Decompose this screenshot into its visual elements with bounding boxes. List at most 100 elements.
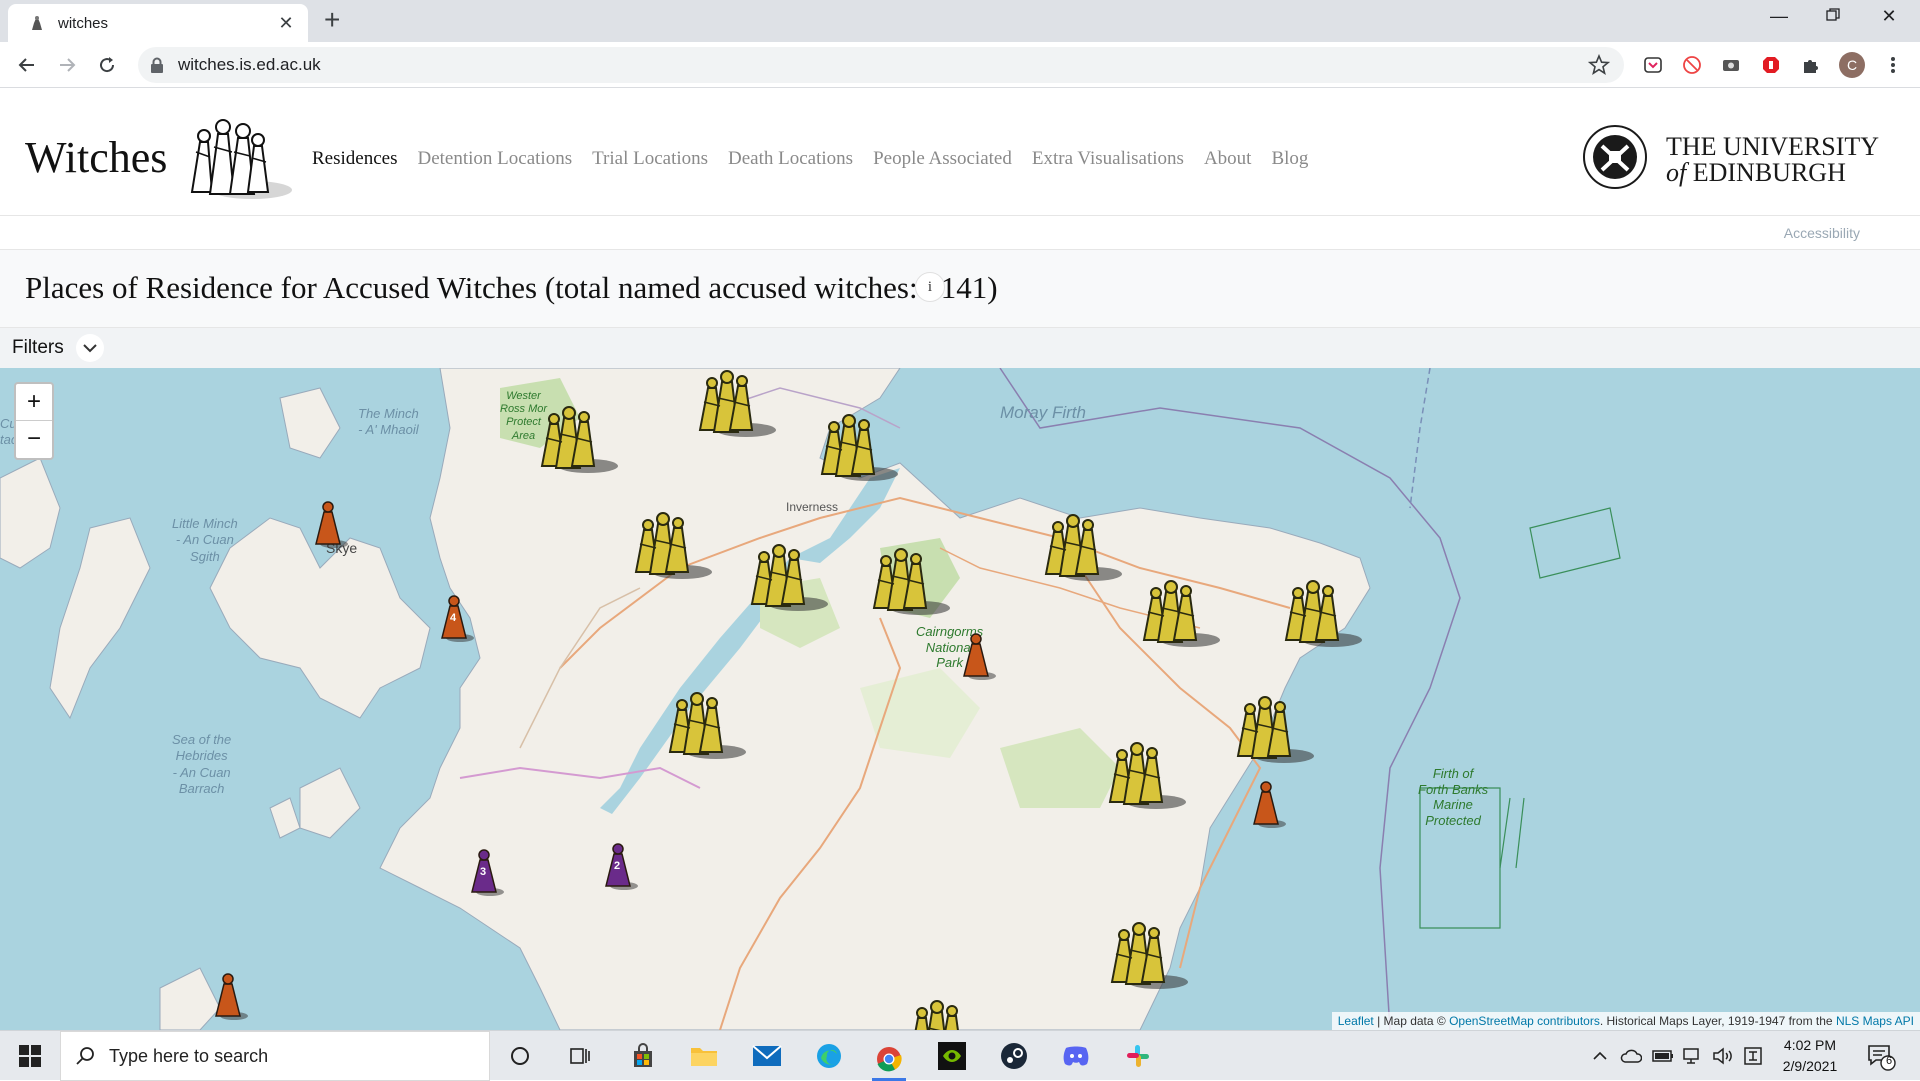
blocker-extension-icon[interactable] — [1681, 54, 1703, 76]
pocket-extension-icon[interactable] — [1642, 54, 1664, 76]
marker-count-label: 3 — [480, 866, 487, 878]
notification-count-badge: 6 — [1885, 1055, 1893, 1067]
witch-single-marker[interactable] — [1248, 778, 1288, 835]
reload-icon[interactable] — [94, 52, 120, 78]
nav-trial-locations[interactable]: Trial Locations — [592, 148, 708, 170]
store-icon[interactable] — [626, 1039, 660, 1073]
windows-taskbar: Type here to search 4:02 PM 2/9/2021 6 — [0, 1030, 1920, 1081]
witch-cluster-marker[interactable] — [1138, 578, 1222, 655]
witch-cluster-marker[interactable] — [1104, 740, 1188, 817]
adblock-extension-icon[interactable] — [1760, 54, 1782, 76]
media-extension-icon[interactable] — [1720, 54, 1742, 76]
water-label-the-minch: The Minch - A' Mhaoil — [358, 406, 419, 438]
witch-cluster-marker[interactable] — [664, 690, 748, 767]
marker-count-label: 4 — [450, 612, 457, 624]
attribution-text: | Map data © — [1373, 1014, 1450, 1028]
map-view[interactable]: Moray Firth The Minch - A' Mhaoil Little… — [0, 368, 1920, 1030]
task-view-icon[interactable] — [563, 1039, 597, 1073]
witch-favicon-icon — [32, 16, 42, 30]
notifications-icon[interactable]: 6 — [1866, 1041, 1896, 1071]
witch-cluster-marker[interactable] — [694, 368, 778, 445]
cortana-icon[interactable] — [503, 1039, 537, 1073]
witch-cluster-marker[interactable] — [816, 412, 900, 489]
system-clock[interactable]: 4:02 PM 2/9/2021 — [1770, 1035, 1850, 1077]
university-seal-icon — [1583, 125, 1647, 189]
witch-count-marker[interactable]: 3 — [466, 846, 506, 903]
witch-count-marker[interactable]: 4 — [436, 592, 476, 649]
slack-icon[interactable] — [1121, 1039, 1155, 1073]
tab-close-icon[interactable]: ✕ — [276, 13, 296, 34]
restore-icon[interactable] — [1810, 6, 1856, 27]
steam-icon[interactable] — [997, 1039, 1031, 1073]
bookmark-star-icon[interactable] — [1588, 54, 1610, 76]
filters-label[interactable]: Filters — [12, 337, 64, 359]
nvidia-icon[interactable] — [935, 1039, 969, 1073]
new-tab-button[interactable]: + — [324, 6, 340, 34]
onedrive-cloud-icon[interactable] — [1618, 1039, 1644, 1073]
info-button[interactable]: i — [915, 272, 945, 302]
filters-bar[interactable]: Filters — [0, 328, 1920, 368]
minimize-icon[interactable]: — — [1756, 6, 1802, 27]
zoom-control: + − — [14, 382, 54, 460]
witch-single-marker[interactable] — [958, 630, 998, 687]
witch-cluster-marker[interactable] — [868, 546, 952, 623]
tab-title: witches — [58, 14, 109, 32]
browser-menu-icon[interactable] — [1882, 54, 1904, 76]
nav-about[interactable]: About — [1204, 148, 1252, 170]
witch-cluster-marker[interactable] — [904, 998, 988, 1030]
site-name[interactable]: Witches — [25, 132, 167, 183]
nav-people-associated[interactable]: People Associated — [873, 148, 1012, 170]
edge-browser-icon[interactable] — [812, 1039, 846, 1073]
search-icon — [76, 1047, 94, 1065]
osm-link[interactable]: OpenStreetMap contributors — [1449, 1014, 1600, 1028]
witches-group-logo — [190, 119, 292, 199]
water-label-moray-firth: Moray Firth — [1000, 403, 1086, 422]
nav-residences[interactable]: Residences — [312, 148, 397, 170]
accessibility-link[interactable]: Accessibility — [1784, 225, 1860, 241]
browser-toolbar: witches.is.ed.ac.uk C — [0, 42, 1920, 88]
file-explorer-icon[interactable] — [687, 1039, 721, 1073]
nav-extra-visualisations[interactable]: Extra Visualisations — [1032, 148, 1184, 170]
nav-blog[interactable]: Blog — [1271, 148, 1308, 170]
witch-cluster-marker[interactable] — [536, 404, 620, 481]
nav-detention-locations[interactable]: Detention Locations — [417, 148, 572, 170]
water-label-sea-of-hebrides: Sea of the Hebrides - An Cuan Barrach — [172, 732, 232, 796]
witch-cluster-marker[interactable] — [1280, 578, 1364, 655]
accessibility-bar: Accessibility — [0, 216, 1920, 250]
tray-chevron-up-icon[interactable] — [1588, 1039, 1612, 1073]
browser-tab[interactable]: witches ✕ — [8, 4, 308, 42]
address-bar[interactable]: witches.is.ed.ac.uk — [138, 47, 1624, 83]
witch-cluster-marker[interactable] — [746, 542, 830, 619]
zoom-out-button[interactable]: − — [16, 421, 52, 458]
close-window-icon[interactable]: ✕ — [1866, 6, 1912, 27]
water-label-little-minch: Little Minch - An Cuan Sgith — [172, 516, 238, 564]
nls-link[interactable]: NLS Maps API — [1836, 1014, 1914, 1028]
zoom-in-button[interactable]: + — [16, 384, 52, 421]
leaflet-link[interactable]: Leaflet — [1338, 1014, 1374, 1028]
witch-cluster-marker[interactable] — [630, 510, 714, 587]
mail-icon[interactable] — [750, 1039, 784, 1073]
battery-icon[interactable] — [1650, 1039, 1676, 1073]
witch-cluster-marker[interactable] — [1106, 920, 1190, 997]
university-of-edinburgh-logo[interactable]: THE UNIVERSITY of EDINBURGH — [1582, 124, 1879, 192]
witch-single-marker[interactable] — [310, 498, 350, 555]
volume-icon[interactable] — [1710, 1039, 1736, 1073]
nav-death-locations[interactable]: Death Locations — [728, 148, 853, 170]
input-method-icon[interactable] — [1740, 1039, 1766, 1073]
back-icon[interactable] — [14, 52, 40, 78]
witch-single-marker[interactable] — [210, 970, 250, 1027]
witch-count-marker[interactable]: 2 — [600, 840, 640, 897]
forward-icon[interactable] — [54, 52, 80, 78]
taskbar-search-box[interactable]: Type here to search — [60, 1031, 490, 1081]
profile-avatar[interactable]: C — [1839, 52, 1865, 78]
discord-icon[interactable] — [1059, 1039, 1093, 1073]
clock-date: 2/9/2021 — [1782, 1058, 1838, 1074]
url-text: witches.is.ed.ac.uk — [178, 55, 321, 74]
network-icon[interactable] — [1680, 1039, 1706, 1073]
chrome-browser-icon[interactable] — [872, 1039, 906, 1081]
witch-cluster-marker[interactable] — [1040, 512, 1124, 589]
chevron-down-icon[interactable] — [76, 334, 104, 362]
windows-start-icon[interactable] — [0, 1031, 60, 1081]
witch-cluster-marker[interactable] — [1232, 694, 1316, 771]
extensions-puzzle-icon[interactable] — [1800, 54, 1822, 76]
